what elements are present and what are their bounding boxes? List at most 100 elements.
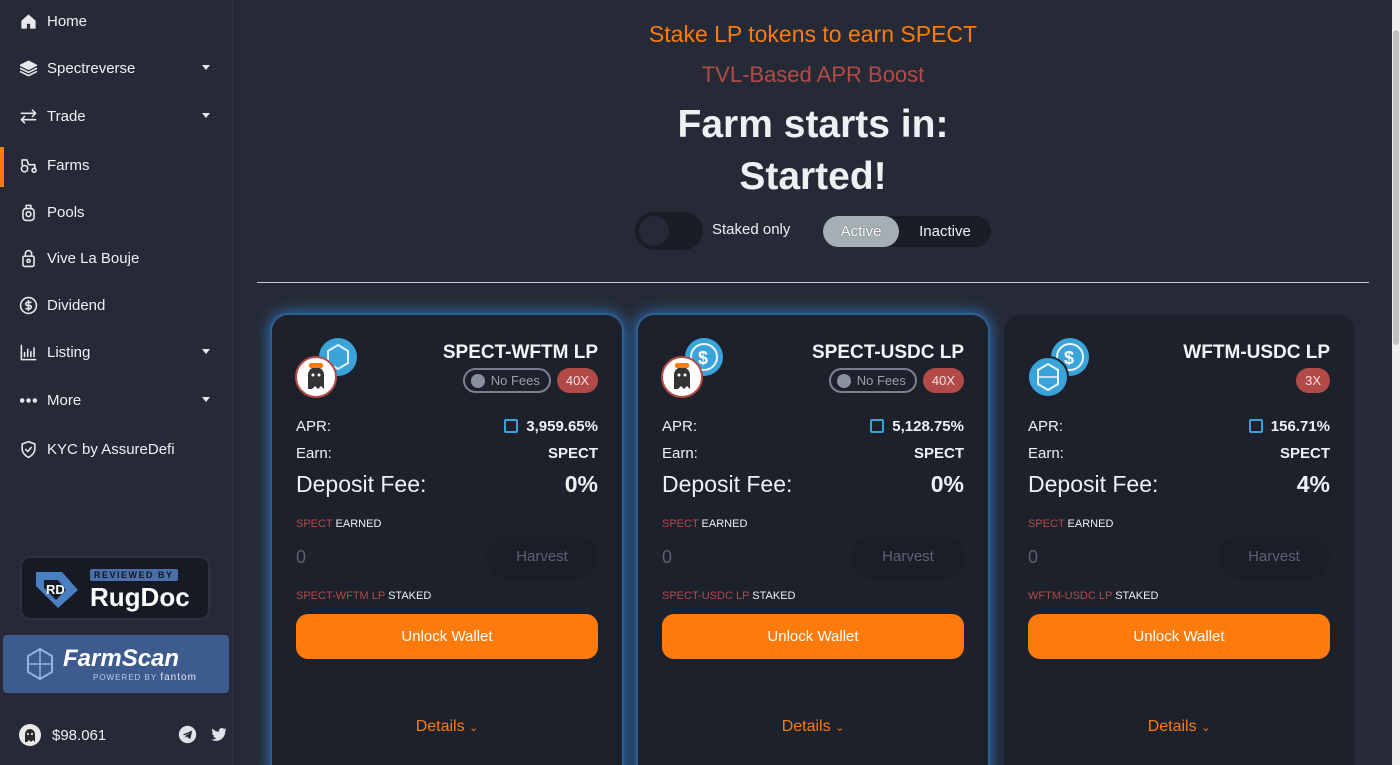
twitter-icon[interactable] — [209, 725, 228, 744]
sidebar-item-more[interactable]: More — [0, 380, 232, 420]
farm-card: SPECT-WFTM LP No Fees 40X APR: 3,959.65% … — [272, 315, 622, 765]
sidebar-footer: $98.061 — [18, 722, 228, 748]
harvest-button[interactable]: Harvest — [852, 535, 964, 579]
sidebar-item-label: KYC by AssureDefi — [47, 440, 175, 458]
apr-value: 5,128.75% — [892, 418, 964, 435]
deposit-fee-row: Deposit Fee: 0% — [296, 471, 598, 497]
scrollbar[interactable] — [1392, 0, 1400, 765]
deposit-fee-row: Deposit Fee: 4% — [1028, 471, 1330, 497]
sidebar-item-dividend[interactable]: Dividend — [0, 285, 232, 325]
dividend-icon — [18, 295, 38, 315]
farmscan-name: FarmScan — [63, 644, 180, 672]
sidebar-item-label: Farms — [47, 156, 90, 174]
tab-active[interactable]: Active — [823, 216, 899, 247]
ghost-token-icon — [18, 723, 42, 747]
sidebar-item-home[interactable]: Home — [0, 1, 232, 41]
rugdoc-reviewed-label: REVIEWED BY — [90, 569, 178, 581]
telegram-icon[interactable] — [178, 725, 197, 744]
farm-status: Started! — [739, 155, 887, 198]
stake-heading: Stake LP tokens to earn SPECT — [648, 21, 978, 47]
chevron-down-icon — [202, 65, 210, 70]
chevron-down-icon: ⌄ — [1201, 722, 1211, 734]
multiplier-badge: 40X — [556, 368, 598, 393]
sidebar-item-spectreverse[interactable]: Spectreverse — [0, 48, 232, 88]
scrollbar-thumb[interactable] — [1393, 30, 1399, 345]
earn-row: Earn: SPECT — [662, 445, 964, 462]
chevron-down-icon — [202, 349, 210, 354]
fantom-logo-icon — [25, 647, 55, 681]
earned-label: SPECT EARNED — [662, 518, 748, 530]
chevron-down-icon — [202, 113, 210, 118]
earned-value: 0 — [1028, 547, 1039, 567]
no-fees-badge: No Fees — [462, 368, 551, 393]
home-icon — [18, 11, 38, 31]
vault-icon — [18, 248, 38, 268]
deposit-fee-row: Deposit Fee: 0% — [662, 471, 964, 497]
sidebar-item-trade[interactable]: Trade — [0, 96, 232, 136]
farm-card: $ WFTM-USDC LP 3X APR: 156.71% Earn: SPECT… — [1004, 315, 1354, 765]
sidebar-item-label: Listing — [47, 343, 91, 361]
chevron-down-icon: ⌄ — [469, 722, 479, 734]
farmscan-badge[interactable]: FarmScan POWERED BY fantom — [3, 635, 229, 693]
unlock-wallet-button[interactable]: Unlock Wallet — [296, 614, 598, 659]
pair-name: WFTM-USDC LP — [1183, 342, 1330, 363]
earned-value: 0 — [296, 547, 307, 567]
check-badge-icon — [836, 373, 851, 388]
staked-only-toggle[interactable] — [635, 212, 703, 250]
calculator-icon[interactable] — [504, 419, 519, 433]
staked-label: SPECT-WFTM LP STAKED — [296, 590, 432, 602]
rugdoc-badge[interactable]: RD REVIEWED BY RugDoc — [20, 556, 210, 620]
sidebar-item-label: Trade — [47, 107, 86, 125]
harvest-button[interactable]: Harvest — [1218, 535, 1330, 579]
tab-inactive[interactable]: Inactive — [899, 216, 991, 247]
earned-value: 0 — [662, 547, 673, 567]
svg-text:$: $ — [1064, 348, 1074, 368]
details-toggle[interactable]: Details ⌄ — [1004, 718, 1354, 736]
sidebar-item-label: Home — [47, 12, 88, 30]
wftm-usdc-lp-icon: $ — [1026, 337, 1096, 399]
sidebar-item-label: Vive La Bouje — [47, 249, 140, 267]
spect-usdc-lp-icon: $ — [660, 337, 730, 399]
earn-row: Earn: SPECT — [1028, 445, 1330, 462]
swap-icon — [18, 106, 38, 126]
unlock-wallet-button[interactable]: Unlock Wallet — [662, 614, 964, 659]
sidebar-item-label: Spectreverse — [47, 59, 136, 77]
multiplier-badge: 3X — [1296, 368, 1330, 393]
rugdoc-name: RugDoc — [90, 582, 190, 612]
sidebar-item-listing[interactable]: Listing — [0, 332, 232, 372]
sidebar-item-label: Pools — [47, 203, 85, 221]
sidebar-item-kyc[interactable]: KYC by AssureDefi — [0, 429, 232, 469]
layers-icon — [18, 58, 38, 78]
sidebar-item-vive-la-bouje[interactable]: Vive La Bouje — [0, 238, 232, 278]
sidebar-item-label: More — [47, 391, 82, 409]
calculator-icon[interactable] — [1248, 419, 1263, 433]
harvest-button[interactable]: Harvest — [486, 535, 598, 579]
apr-value: 3,959.65% — [526, 418, 598, 435]
rugdoc-logo-icon: RD — [32, 566, 84, 610]
details-toggle[interactable]: Details ⌄ — [272, 718, 622, 736]
details-toggle[interactable]: Details ⌄ — [638, 718, 988, 736]
unlock-wallet-button[interactable]: Unlock Wallet — [1028, 614, 1330, 659]
sidebar-item-farms[interactable]: Farms — [0, 145, 232, 187]
staked-label: SPECT-USDC LP STAKED — [662, 590, 796, 602]
more-icon — [18, 390, 38, 410]
apr-value: 156.71% — [1270, 418, 1330, 435]
sidebar-item-label: Dividend — [47, 296, 106, 314]
earned-label: SPECT EARNED — [1028, 518, 1114, 530]
token-price: $98.061 — [52, 726, 107, 744]
apr-row: APR: 3,959.65% — [296, 418, 598, 435]
svg-text:RD: RD — [46, 582, 65, 597]
shield-icon — [18, 439, 38, 459]
pair-name: SPECT-WFTM LP — [442, 342, 598, 363]
earned-label: SPECT EARNED — [296, 518, 382, 530]
calculator-icon[interactable] — [870, 419, 885, 433]
apr-row: APR: 5,128.75% — [662, 418, 964, 435]
tractor-icon — [18, 155, 38, 175]
farm-card: $ SPECT-USDC LP No Fees 40X APR: 5,128.75… — [638, 315, 988, 765]
sidebar: Home Spectreverse Trade Farms Pools Vive… — [0, 0, 233, 765]
sidebar-item-pools[interactable]: Pools — [0, 192, 232, 232]
main-content: Stake LP tokens to earn SPECT TVL-Based … — [233, 0, 1393, 765]
pair-name: SPECT-USDC LP — [811, 342, 964, 363]
farmscan-powered-by: POWERED BY fantom — [93, 671, 197, 683]
chart-icon — [18, 342, 38, 362]
